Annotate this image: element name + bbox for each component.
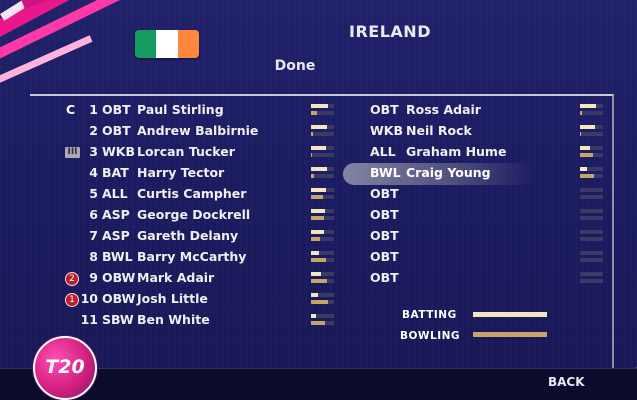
team-title: IRELAND (349, 22, 431, 41)
skill-bars-icon (580, 144, 603, 160)
done-button[interactable]: Done (250, 58, 340, 74)
player-number: 8 (89, 249, 98, 264)
player-number: 6 (89, 207, 98, 222)
skill-bars-icon (311, 165, 334, 181)
player-number: 5 (89, 186, 98, 201)
reserve-role: OBT (370, 207, 399, 222)
player-name: Lorcan Tucker (137, 144, 235, 159)
player-name: Barry McCarthy (137, 249, 247, 264)
reserve-role: OBT (370, 102, 399, 117)
reserve-row[interactable]: BWL Craig Young (368, 165, 568, 183)
skill-bars-icon (580, 270, 603, 286)
reserve-row[interactable]: ALL Graham Hume (368, 144, 568, 162)
player-row[interactable]: 5 ALL Curtis Campher (60, 186, 340, 204)
player-badge-icon: 1 (65, 293, 79, 307)
reserve-role: OBT (370, 270, 399, 285)
reserve-role: OBT (370, 186, 399, 201)
skill-bars-icon (311, 207, 334, 223)
reserve-row[interactable]: OBT (368, 186, 568, 204)
player-role: ALL (102, 186, 128, 201)
skill-bars-icon (311, 144, 334, 160)
reserve-name: Neil Rock (406, 123, 472, 138)
player-name: Andrew Balbirnie (137, 123, 259, 138)
player-role: BWL (102, 249, 133, 264)
player-role: OBW (102, 291, 136, 306)
player-name: Ben White (137, 312, 210, 327)
player-role: OBT (102, 102, 131, 117)
skill-bars-icon (580, 102, 603, 118)
reserve-name: Ross Adair (406, 102, 481, 117)
player-row[interactable]: 1 OBT Paul Stirling (60, 102, 340, 120)
player-name: Mark Adair (137, 270, 215, 285)
player-row[interactable]: 8 BWL Barry McCarthy (60, 249, 340, 267)
captain-marker: C (66, 102, 76, 117)
skill-bars-icon (580, 249, 603, 265)
skill-bars-icon (311, 270, 334, 286)
skill-bars-icon (580, 165, 603, 181)
batting-legend-bar (473, 312, 547, 317)
player-name: Curtis Campher (137, 186, 247, 201)
player-name: Harry Tector (137, 165, 225, 180)
player-row[interactable]: 10 OBW Josh Little (60, 291, 340, 309)
reserve-row[interactable]: WKB Neil Rock (368, 123, 568, 141)
skill-bars-icon (311, 312, 334, 328)
reserve-name: Craig Young (406, 165, 491, 180)
player-row[interactable]: 7 ASP Gareth Delany (60, 228, 340, 246)
player-row[interactable]: 6 ASP George Dockrell (60, 207, 340, 225)
skill-bars-icon (580, 186, 603, 202)
team-selection-screen: IRELAND Done 1 OBT Paul Stirling 2 OBT Andrew… (0, 0, 637, 400)
skill-bars-icon (311, 102, 334, 118)
reserve-role: ALL (370, 144, 396, 159)
player-number: 1 (89, 102, 98, 117)
reserve-row[interactable]: OBT (368, 207, 568, 225)
player-name: Paul Stirling (137, 102, 224, 117)
t20-logo-text: T20 (45, 356, 85, 378)
reserve-row[interactable]: OBT Ross Adair (368, 102, 568, 120)
player-role: WKB (102, 144, 136, 159)
batting-legend-label: BATTING (402, 309, 457, 321)
reserve-name: Graham Hume (406, 144, 507, 159)
player-row[interactable]: 4 BAT Harry Tector (60, 165, 340, 183)
reserve-row[interactable]: OBT (368, 249, 568, 267)
reserve-role: BWL (370, 165, 401, 180)
player-number: 2 (89, 123, 98, 138)
skill-bars-icon (580, 123, 603, 139)
skill-bars-icon (311, 291, 334, 307)
player-role: OBW (102, 270, 136, 285)
player-role: ASP (102, 207, 130, 222)
skill-bars-icon (311, 186, 334, 202)
player-row[interactable]: 3 WKB Lorcan Tucker (60, 144, 340, 162)
wicketkeeper-marker-icon: III (65, 147, 80, 158)
player-number: 11 (80, 312, 98, 327)
skill-bars-icon (311, 228, 334, 244)
player-role: OBT (102, 123, 131, 138)
back-button[interactable]: BACK (548, 375, 585, 389)
player-name: George Dockrell (137, 207, 251, 222)
skill-bars-icon (311, 123, 334, 139)
player-row[interactable]: 9 OBW Mark Adair (60, 270, 340, 288)
bowling-legend-bar (473, 332, 547, 337)
player-role: SBW (102, 312, 134, 327)
player-name: Gareth Delany (137, 228, 239, 243)
reserve-row[interactable]: OBT (368, 228, 568, 246)
player-role: ASP (102, 228, 130, 243)
skill-bars-icon (580, 207, 603, 223)
reserve-role: OBT (370, 228, 399, 243)
player-role: BAT (102, 165, 129, 180)
player-badge-icon: 2 (65, 272, 79, 286)
reserve-row[interactable]: OBT (368, 270, 568, 288)
bowling-legend-label: BOWLING (400, 330, 461, 342)
player-row[interactable]: 2 OBT Andrew Balbirnie (60, 123, 340, 141)
ireland-flag-icon (135, 30, 199, 58)
t20-logo: T20 (33, 336, 97, 400)
reserve-role: OBT (370, 249, 399, 264)
player-row[interactable]: 11 SBW Ben White (60, 312, 340, 330)
player-name: Josh Little (137, 291, 208, 306)
skill-bars-icon (580, 228, 603, 244)
skill-bars-icon (311, 249, 334, 265)
reserve-role: WKB (370, 123, 404, 138)
player-number: 4 (89, 165, 98, 180)
player-number: 7 (89, 228, 98, 243)
